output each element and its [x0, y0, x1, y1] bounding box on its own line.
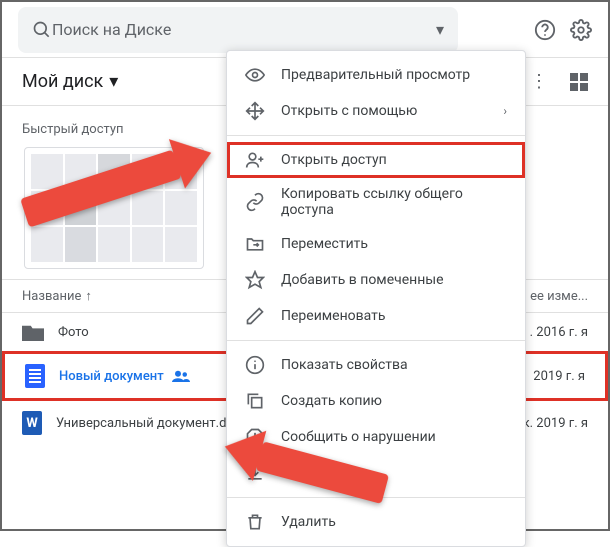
search-icon: [32, 20, 52, 40]
chevron-down-icon: ▾: [109, 71, 118, 92]
ctx-preview[interactable]: Предварительный просмотр: [227, 57, 525, 93]
ctx-details[interactable]: Показать свойства: [227, 347, 525, 383]
file-name: Универсальный документ.docx: [56, 416, 247, 431]
column-header-name[interactable]: Название ↑: [22, 288, 92, 304]
search-options-caret[interactable]: ▾: [436, 20, 444, 39]
pencil-icon: [245, 306, 265, 326]
sort-arrow-icon: ↑: [85, 288, 92, 304]
google-doc-icon: [25, 364, 45, 388]
file-date: 2019 г. я: [533, 369, 585, 384]
ctx-share[interactable]: Открыть доступ: [227, 142, 525, 178]
search-input[interactable]: [52, 20, 430, 39]
search-box[interactable]: ▾: [18, 7, 458, 53]
file-name: Фото: [58, 325, 89, 340]
folder-icon: [22, 323, 44, 341]
link-icon: [245, 192, 265, 212]
chevron-right-icon: ›: [503, 104, 507, 118]
breadcrumb[interactable]: Мой диск ▾: [22, 71, 118, 92]
trash-icon: [245, 512, 265, 532]
copy-icon: [245, 391, 265, 411]
settings-icon[interactable]: [570, 19, 592, 41]
move-arrows-icon: [245, 101, 265, 121]
ctx-open-with[interactable]: Открыть с помощью ›: [227, 93, 525, 129]
eye-icon: [245, 65, 265, 85]
breadcrumb-title: Мой диск: [22, 71, 103, 92]
word-doc-icon: W: [22, 411, 42, 435]
grid-view-icon[interactable]: [570, 73, 588, 91]
more-actions-icon[interactable]: ⋮: [530, 71, 548, 92]
shared-icon: [172, 369, 190, 383]
ctx-copy-link[interactable]: Копировать ссылку общего доступа: [227, 178, 525, 226]
file-name: Новый документ: [59, 369, 164, 384]
ctx-move[interactable]: Переместить: [227, 226, 525, 262]
column-header-modified[interactable]: ее изме...: [530, 289, 588, 304]
star-icon: [245, 270, 265, 290]
folder-move-icon: [245, 234, 265, 254]
info-icon: [245, 355, 265, 375]
person-add-icon: [245, 150, 265, 170]
ctx-copy[interactable]: Создать копию: [227, 383, 525, 419]
ctx-rename[interactable]: Переименовать: [227, 298, 525, 334]
help-icon[interactable]: [534, 19, 556, 41]
ctx-star[interactable]: Добавить в помеченные: [227, 262, 525, 298]
file-date: . 2016 г. я: [530, 325, 588, 340]
